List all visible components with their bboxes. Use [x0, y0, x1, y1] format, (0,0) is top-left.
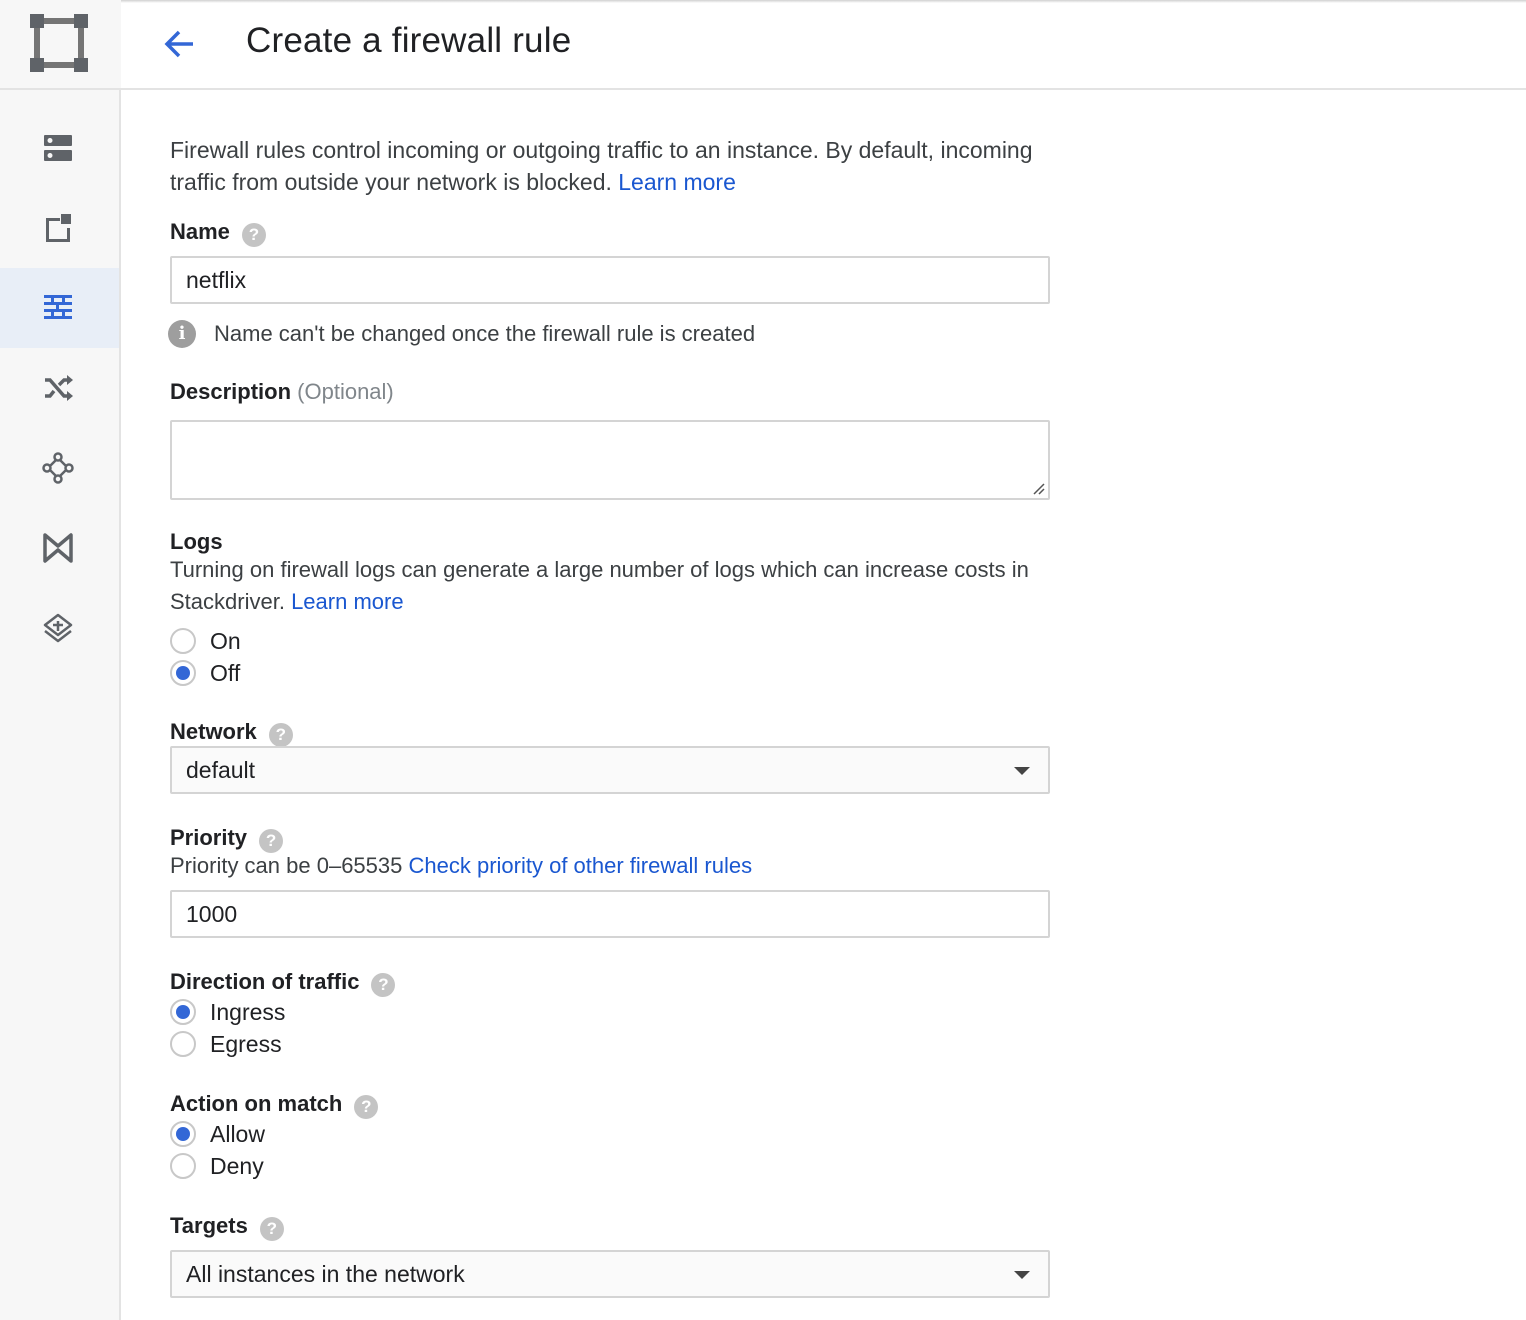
network-select[interactable]: default	[170, 746, 1050, 794]
direction-label: Direction of traffic	[170, 969, 360, 994]
logs-option-off[interactable]: Off	[170, 657, 240, 689]
serverless-vpc-icon	[43, 613, 73, 643]
info-icon: i	[168, 320, 196, 348]
logs-on-label: On	[210, 627, 241, 654]
action-label-row: Action on match?	[170, 1091, 379, 1119]
egress-radio[interactable]	[170, 1031, 196, 1057]
direction-label-row: Direction of traffic?	[170, 969, 396, 997]
sidebar-item-routes[interactable]	[0, 348, 119, 428]
action-option-allow[interactable]: Allow	[170, 1118, 265, 1150]
direction-option-egress[interactable]: Egress	[170, 1028, 282, 1060]
network-select-value: default	[186, 757, 256, 783]
priority-label-row: Priority?	[170, 825, 284, 853]
page-title: Create a firewall rule	[246, 21, 572, 60]
description-label-row: Description (Optional)	[170, 379, 394, 405]
targets-label: Targets	[170, 1213, 248, 1238]
name-info-row: i Name can't be changed once the firewal…	[168, 320, 755, 348]
direction-option-ingress[interactable]: Ingress	[170, 996, 285, 1028]
name-field[interactable]	[170, 256, 1050, 304]
dropdown-arrow-icon	[1014, 767, 1030, 775]
targets-select[interactable]: All instances in the network	[170, 1250, 1050, 1298]
product-logo[interactable]	[0, 0, 121, 90]
intro-description: Firewall rules control incoming or outgo…	[170, 137, 1033, 195]
intro-text: Firewall rules control incoming or outgo…	[170, 134, 1050, 198]
priority-field[interactable]	[170, 890, 1050, 938]
left-nav-rail	[0, 0, 121, 1320]
dropdown-arrow-icon	[1014, 1271, 1030, 1279]
network-help-icon[interactable]: ?	[268, 722, 293, 747]
sidebar-item-instances[interactable]	[0, 108, 119, 188]
sidebar-item-firewall[interactable]	[0, 268, 119, 348]
logs-off-label: Off	[210, 659, 241, 686]
targets-label-row: Targets?	[170, 1213, 284, 1241]
page-header: Create a firewall rule	[121, 0, 1526, 90]
vpc-peering-icon	[42, 452, 74, 484]
resize-grip-icon[interactable]	[1031, 481, 1045, 495]
allow-label: Allow	[210, 1120, 265, 1147]
logs-description: Turning on firewall logs can generate a …	[170, 554, 1050, 618]
instances-icon	[44, 135, 72, 161]
network-label-row: Network?	[170, 719, 293, 747]
ingress-label: Ingress	[210, 998, 286, 1025]
priority-hint: Priority can be 0–65535	[170, 853, 403, 878]
check-priority-link[interactable]: Check priority of other firewall rules	[409, 853, 753, 878]
arrow-back-icon	[164, 30, 193, 58]
priority-input[interactable]	[186, 892, 1034, 937]
egress-label: Egress	[210, 1030, 282, 1057]
name-label: Name	[170, 219, 230, 244]
ingress-radio[interactable]	[170, 999, 196, 1025]
priority-hint-row: Priority can be 0–65535 Check priority o…	[170, 850, 1050, 882]
action-label: Action on match	[170, 1091, 343, 1116]
name-input[interactable]	[186, 258, 1034, 303]
sidebar-item-shared-vpc[interactable]	[0, 508, 119, 588]
network-label: Network	[170, 719, 257, 744]
description-label: Description	[170, 379, 292, 404]
routes-icon	[45, 375, 73, 401]
sidebar-item-vpc-peering[interactable]	[0, 428, 119, 508]
firewall-icon	[44, 295, 72, 319]
logs-on-radio[interactable]	[170, 628, 196, 654]
description-optional: (Optional)	[297, 379, 394, 404]
logs-learn-more-link[interactable]: Learn more	[291, 589, 404, 614]
vpc-network-logo-icon	[30, 14, 88, 72]
deny-label: Deny	[210, 1152, 264, 1179]
action-help-icon[interactable]: ?	[354, 1094, 379, 1119]
name-info-text: Name can't be changed once the firewall …	[214, 321, 756, 346]
deny-radio[interactable]	[170, 1153, 196, 1179]
priority-label: Priority	[170, 825, 248, 850]
targets-help-icon[interactable]: ?	[259, 1216, 284, 1241]
direction-help-icon[interactable]: ?	[371, 972, 396, 997]
shared-vpc-icon	[43, 533, 73, 563]
back-button[interactable]	[159, 24, 199, 64]
sidebar-item-external-ip[interactable]	[0, 188, 119, 268]
external-ip-icon	[46, 214, 71, 242]
action-option-deny[interactable]: Deny	[170, 1150, 264, 1182]
name-label-row: Name?	[170, 219, 266, 247]
logs-option-on[interactable]: On	[170, 625, 241, 657]
targets-select-value: All instances in the network	[186, 1261, 465, 1287]
name-help-icon[interactable]: ?	[241, 222, 266, 247]
description-textarea[interactable]	[170, 420, 1050, 500]
allow-radio[interactable]	[170, 1121, 196, 1147]
sidebar-item-serverless-vpc[interactable]	[0, 588, 119, 668]
intro-learn-more-link[interactable]: Learn more	[618, 169, 736, 195]
logs-label: Logs	[170, 529, 223, 554]
logs-off-radio[interactable]	[170, 660, 196, 686]
